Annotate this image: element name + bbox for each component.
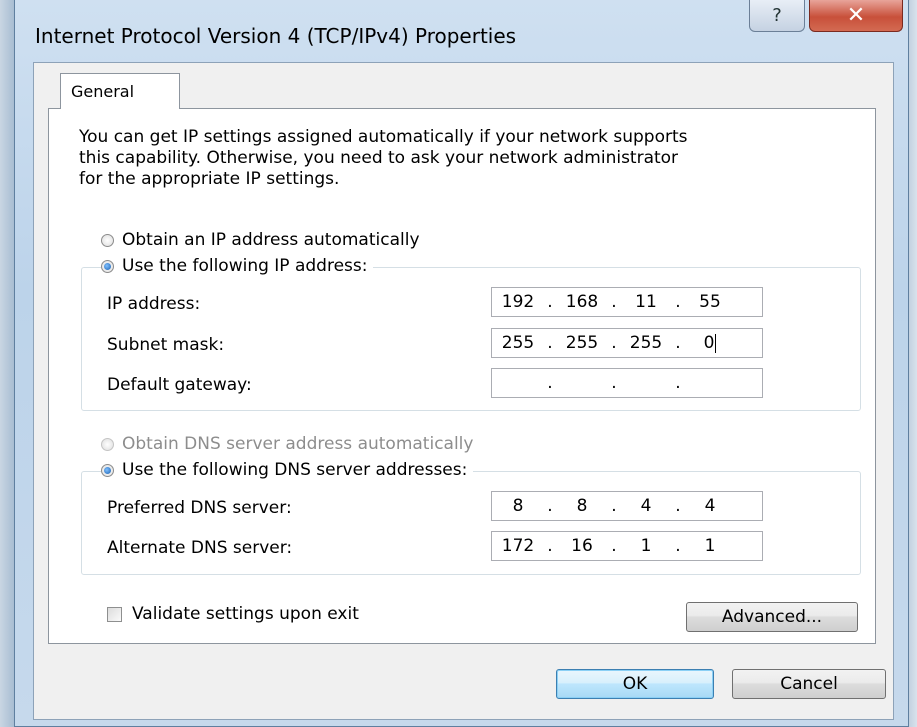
- octet: 8: [512, 496, 524, 516]
- properties-dialog: Internet Protocol Version 4 (TCP/IPv4) P…: [14, 0, 909, 727]
- close-button[interactable]: ✕: [809, 0, 903, 32]
- checkbox-box: [107, 606, 122, 622]
- checkbox-label: Validate settings upon exit: [132, 604, 359, 624]
- radio-selected-icon: [101, 259, 114, 273]
- obtain-ip-automatically-radio[interactable]: Obtain an IP address automatically: [101, 230, 420, 250]
- description-text: You can get IP settings assigned automat…: [79, 127, 688, 189]
- alternate-dns-label: Alternate DNS server:: [107, 538, 293, 558]
- octet: 172: [501, 536, 535, 556]
- radio-label: Obtain DNS server address automatically: [122, 434, 474, 454]
- dot-separator: .: [675, 496, 681, 516]
- octet-with-caret: 0: [684, 333, 736, 353]
- radio-label: Use the following IP address:: [122, 256, 368, 276]
- octet: 1: [640, 536, 652, 556]
- title-bar[interactable]: Internet Protocol Version 4 (TCP/IPv4) P…: [15, 0, 908, 58]
- alternate-dns-input[interactable]: 172. 16. 1. 1: [491, 531, 763, 561]
- tab-general[interactable]: General: [60, 73, 180, 109]
- window-title: Internet Protocol Version 4 (TCP/IPv4) P…: [35, 24, 517, 48]
- octet: 1: [704, 536, 716, 556]
- default-gateway-input[interactable]: . . .: [491, 368, 763, 398]
- octet: 4: [704, 496, 716, 516]
- octet: 255: [565, 333, 599, 353]
- ip-address-input[interactable]: 192. 168. 11. 55: [491, 287, 763, 317]
- radio-label: Obtain an IP address automatically: [122, 230, 420, 250]
- general-tab-panel: You can get IP settings assigned automat…: [48, 108, 876, 644]
- help-icon: ?: [772, 5, 782, 26]
- validate-settings-checkbox[interactable]: Validate settings upon exit: [107, 604, 359, 624]
- radio-icon: [101, 233, 114, 247]
- octet: 55: [699, 292, 721, 312]
- dot-separator: .: [547, 536, 553, 556]
- use-following-dns-radio[interactable]: Use the following DNS server addresses:: [101, 460, 474, 480]
- dot-separator: .: [547, 333, 553, 353]
- dot-separator: .: [675, 373, 681, 393]
- close-icon: ✕: [846, 3, 866, 28]
- preferred-dns-input[interactable]: 8. 8. 4. 4: [491, 491, 763, 521]
- octet: 255: [501, 333, 535, 353]
- octet: 255: [629, 333, 663, 353]
- help-button[interactable]: ?: [749, 0, 805, 32]
- cancel-button[interactable]: Cancel: [732, 669, 886, 699]
- dot-separator: .: [611, 292, 617, 312]
- radio-label: Use the following DNS server addresses:: [122, 460, 468, 480]
- radio-selected-icon: [101, 463, 114, 477]
- dot-separator: .: [675, 333, 681, 353]
- advanced-button[interactable]: Advanced...: [686, 602, 858, 632]
- octet-value: 0: [703, 333, 715, 353]
- octet: 192: [501, 292, 535, 312]
- subnet-mask-label: Subnet mask:: [107, 335, 225, 355]
- octet: 16: [571, 536, 593, 556]
- dot-separator: .: [547, 496, 553, 516]
- preferred-dns-label: Preferred DNS server:: [107, 498, 292, 518]
- octet: 168: [565, 292, 599, 312]
- dot-separator: .: [611, 373, 617, 393]
- dot-separator: .: [611, 496, 617, 516]
- dot-separator: .: [547, 373, 553, 393]
- subnet-mask-input[interactable]: 255. 255. 255. 0: [491, 328, 763, 358]
- obtain-dns-automatically-radio[interactable]: Obtain DNS server address automatically: [101, 434, 473, 454]
- dot-separator: .: [675, 292, 681, 312]
- text-caret: [715, 333, 717, 353]
- dot-separator: .: [547, 292, 553, 312]
- octet: 4: [640, 496, 652, 516]
- use-following-ip-radio[interactable]: Use the following IP address:: [101, 256, 374, 276]
- dot-separator: .: [611, 333, 617, 353]
- dot-separator: .: [611, 536, 617, 556]
- ok-button[interactable]: OK: [556, 669, 714, 699]
- default-gateway-label: Default gateway:: [107, 375, 252, 395]
- desktop-background-left: [0, 0, 14, 727]
- ip-address-label: IP address:: [107, 294, 201, 314]
- octet: 11: [635, 292, 657, 312]
- radio-icon: [101, 437, 114, 451]
- dialog-client-area: General You can get IP settings assigned…: [33, 62, 894, 720]
- octet: 8: [576, 496, 588, 516]
- dot-separator: .: [675, 536, 681, 556]
